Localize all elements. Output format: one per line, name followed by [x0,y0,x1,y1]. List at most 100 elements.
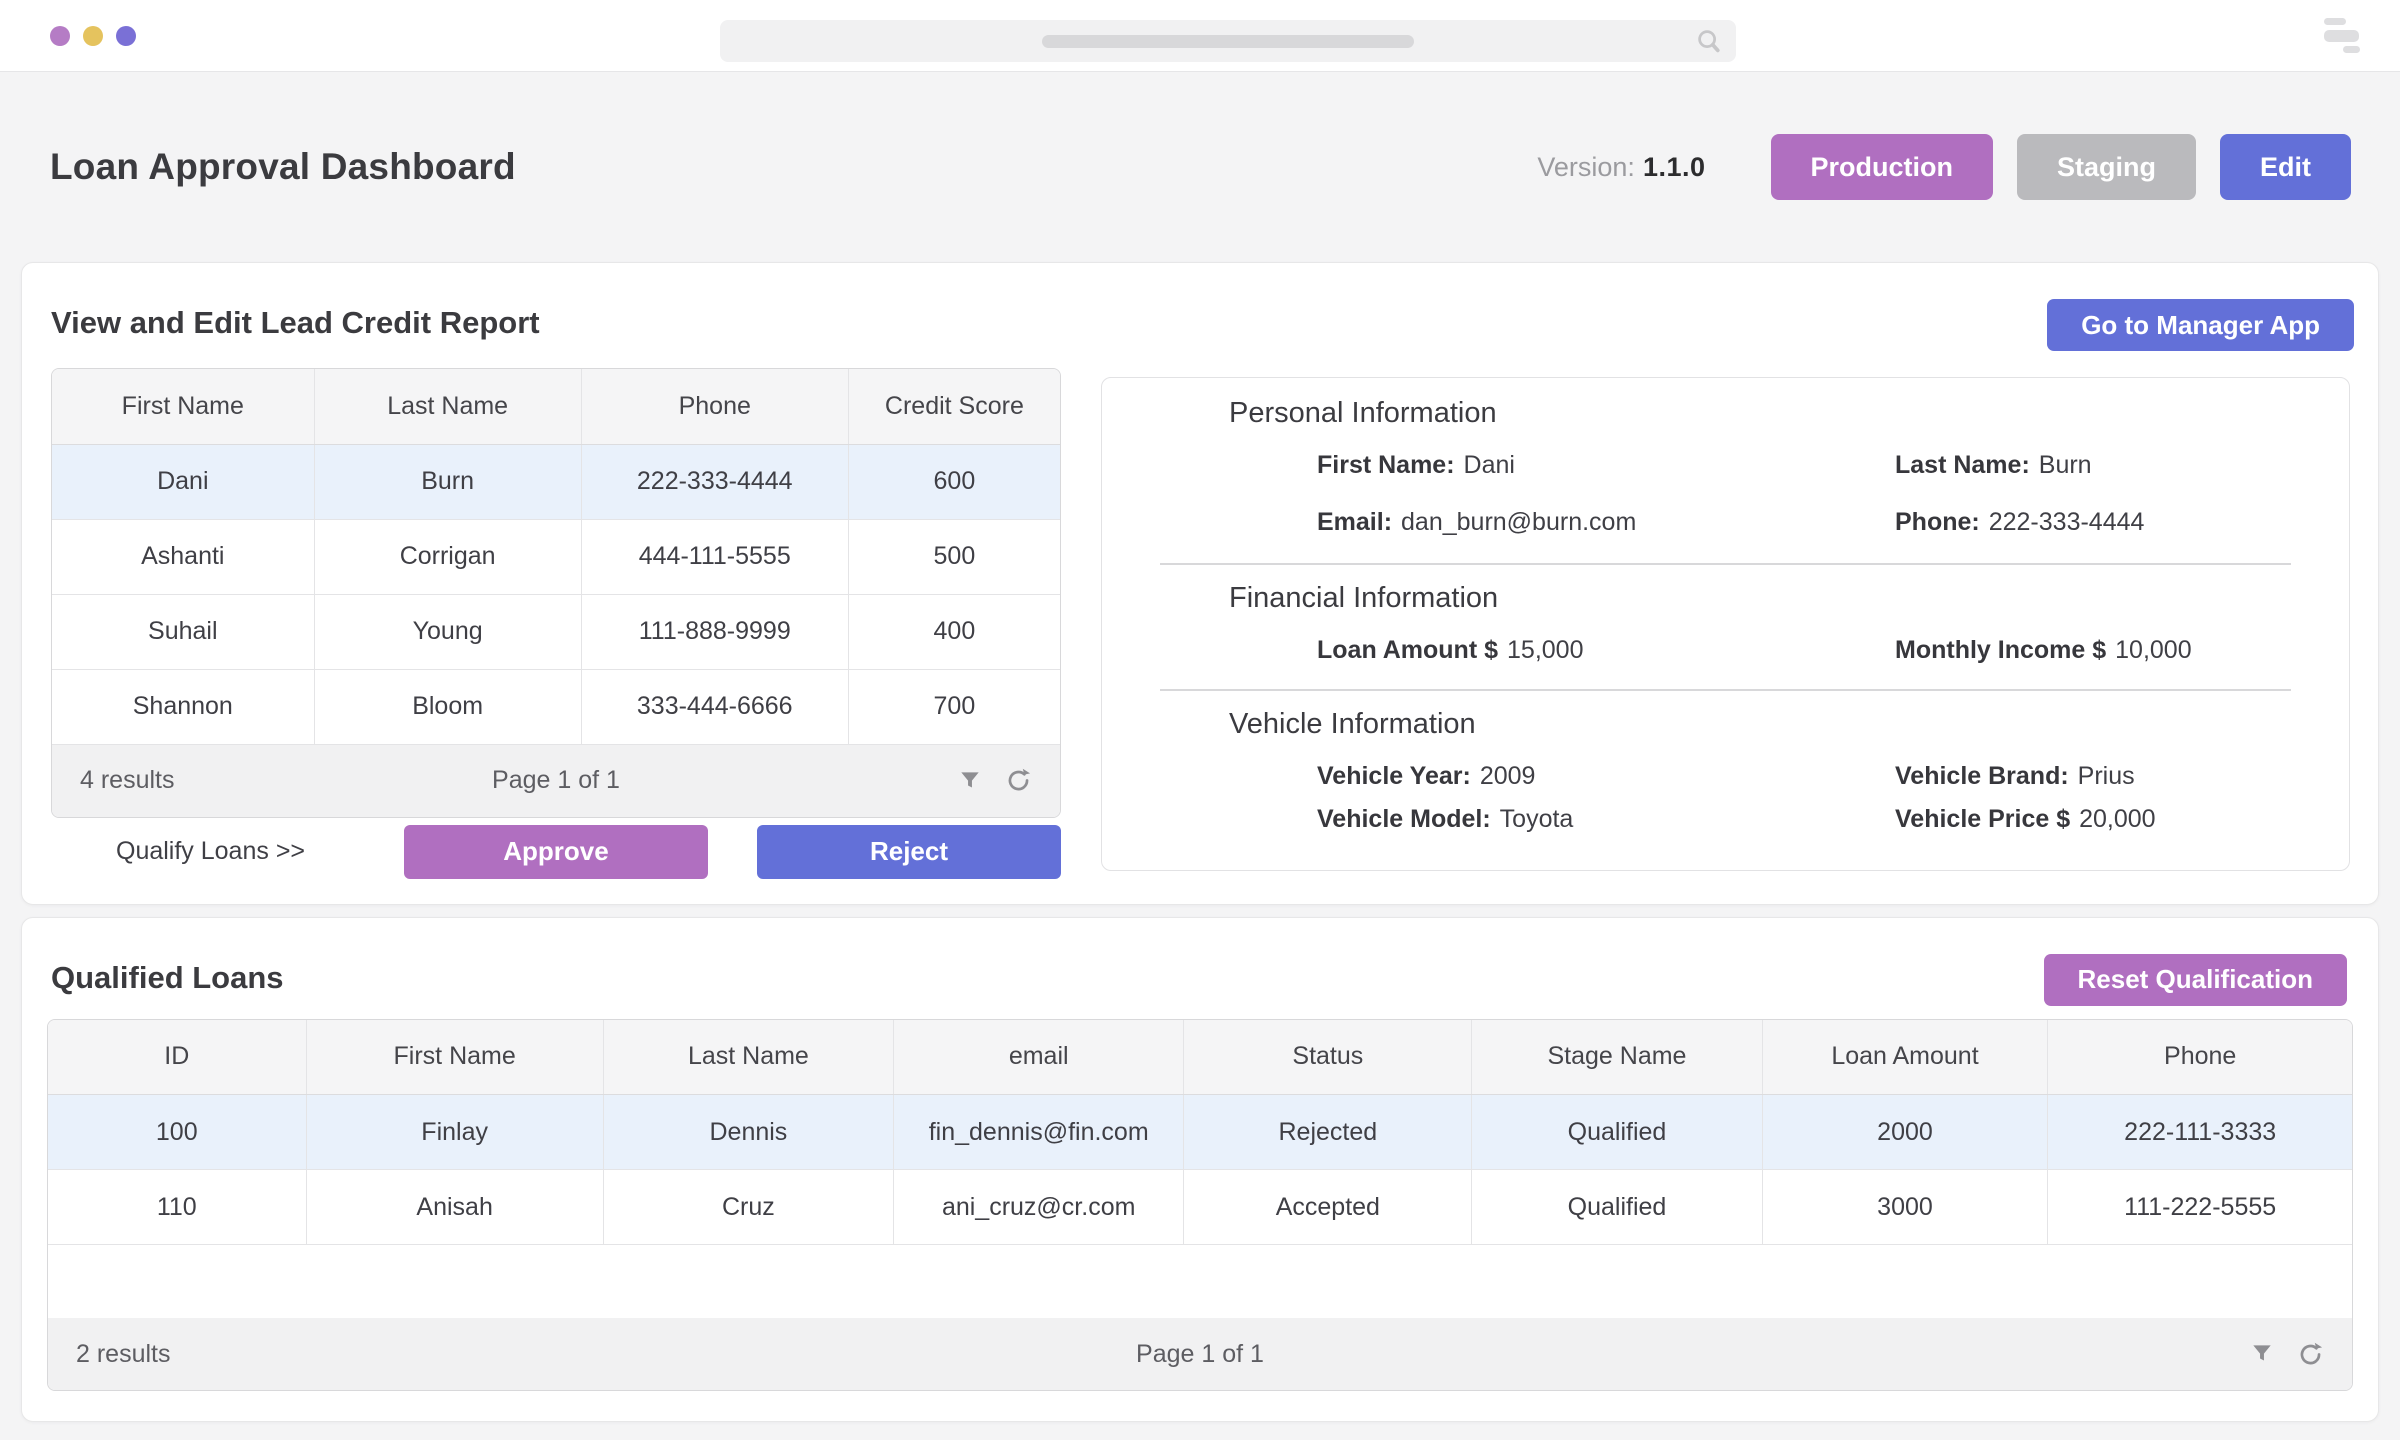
field-value: Prius [2078,762,2135,790]
field-label: Loan Amount $ [1317,636,1498,664]
table-cell: Cruz [603,1170,893,1245]
results-count: 2 results [76,1340,170,1369]
table-cell: 110 [48,1170,306,1245]
field-value: Burn [2039,451,2092,479]
column-header[interactable]: ID [48,1020,306,1095]
financial-information-heading: Financial Information [1229,581,2349,615]
field-label: Email: [1317,508,1392,536]
vehicle-information-heading: Vehicle Information [1229,707,2349,741]
field-value: 2009 [1480,762,1536,790]
table-cell: Suhail [52,594,314,669]
detail-field: Monthly Income $ 10,000 [1895,635,2349,665]
reject-button[interactable]: Reject [757,825,1061,879]
window-dot-indigo[interactable] [116,26,136,46]
empty-table-space [48,1245,2352,1318]
table-footer: 2 results Page 1 of 1 [48,1318,2352,1390]
lead-details-panel: Personal Information First Name:DaniLast… [1101,377,2350,871]
table-cell: fin_dennis@fin.com [894,1095,1184,1170]
detail-field: Email: dan_burn@burn.com [1317,507,1895,537]
column-header[interactable]: Credit Score [848,369,1060,444]
edit-button[interactable]: Edit [2220,134,2351,200]
field-value: 20,000 [2079,805,2155,833]
detail-field: Vehicle Model: Toyota [1317,804,1895,834]
table-cell: Shannon [52,669,314,744]
table-cell: 111-222-5555 [2048,1170,2352,1245]
filter-icon[interactable] [2249,1341,2275,1367]
table-cell: Qualified [1472,1170,1762,1245]
column-header[interactable]: Phone [581,369,848,444]
table-cell: 111-888-9999 [581,594,848,669]
table-row[interactable]: 110AnisahCruzani_cruz@cr.comAcceptedQual… [48,1170,2352,1245]
table-cell: Finlay [306,1095,603,1170]
table-row[interactable]: SuhailYoung111-888-9999400 [52,594,1060,669]
column-header[interactable]: Status [1184,1020,1472,1095]
field-value: dan_burn@burn.com [1401,508,1636,536]
go-to-manager-app-button[interactable]: Go to Manager App [2047,299,2354,351]
qualified-loans-title: Qualified Loans [51,960,284,996]
approve-button[interactable]: Approve [404,825,708,879]
column-header[interactable]: First Name [306,1020,603,1095]
table-cell: Bloom [314,669,581,744]
table-cell: Ashanti [52,519,314,594]
browser-address-bar[interactable] [720,20,1736,62]
table-row[interactable]: ShannonBloom333-444-6666700 [52,669,1060,744]
column-header[interactable]: Last Name [603,1020,893,1095]
table-row[interactable]: DaniBurn222-333-4444600 [52,444,1060,519]
table-cell: 2000 [1762,1095,2048,1170]
page-title: Loan Approval Dashboard [50,146,516,188]
search-icon[interactable] [1694,26,1724,61]
table-header-row: IDFirst NameLast NameemailStatusStage Na… [48,1020,2352,1095]
detail-field: Phone:222-333-4444 [1895,507,2349,537]
field-value: Toyota [1500,805,1574,833]
qualified-loans-table: IDFirst NameLast NameemailStatusStage Na… [47,1019,2353,1392]
detail-field: First Name:Dani [1317,450,1895,480]
table-row[interactable]: 100FinlayDennisfin_dennis@fin.comRejecte… [48,1095,2352,1170]
field-label: Monthly Income $ [1895,636,2106,664]
page-indicator: Page 1 of 1 [48,1340,2352,1369]
window-dot-purple[interactable] [50,26,70,46]
field-label: Vehicle Model: [1317,805,1491,833]
column-header[interactable]: Loan Amount [1762,1020,2048,1095]
window-controls [50,26,136,46]
column-header[interactable]: Phone [2048,1020,2352,1095]
table-cell: Burn [314,444,581,519]
personal-information-heading: Personal Information [1229,396,2349,430]
reset-qualification-button[interactable]: Reset Qualification [2044,954,2348,1006]
filter-icon[interactable] [957,768,983,794]
credit-report-table: First NameLast NamePhoneCredit Score Dan… [51,368,1061,818]
table-cell: 500 [848,519,1060,594]
detail-field: Vehicle Price $20,000 [1895,804,2349,834]
refresh-icon[interactable] [1005,767,1032,794]
table-cell: 3000 [1762,1170,2048,1245]
detail-field: Vehicle Year:2009 [1317,761,1895,791]
table-cell: ani_cruz@cr.com [894,1170,1184,1245]
window-dot-gold[interactable] [83,26,103,46]
table-cell: Dani [52,444,314,519]
table-cell: 444-111-5555 [581,519,848,594]
refresh-icon[interactable] [2297,1341,2324,1368]
table-cell: Rejected [1184,1095,1472,1170]
staging-button[interactable]: Staging [2017,134,2196,200]
table-header-row: First NameLast NamePhoneCredit Score [52,369,1060,444]
field-value: 15,000 [1507,636,1583,664]
field-value: Dani [1464,451,1515,479]
column-header[interactable]: First Name [52,369,314,444]
browser-chrome [0,0,2400,72]
field-label: Last Name: [1895,451,2030,479]
version-number: 1.1.0 [1643,152,1706,182]
table-cell: Dennis [603,1095,893,1170]
table-cell: Corrigan [314,519,581,594]
field-value: 10,000 [2115,636,2191,664]
column-header[interactable]: Last Name [314,369,581,444]
column-header[interactable]: email [894,1020,1184,1095]
results-count: 4 results [80,766,174,795]
table-cell: 400 [848,594,1060,669]
table-row[interactable]: AshantiCorrigan444-111-5555500 [52,519,1060,594]
table-cell: 700 [848,669,1060,744]
field-label: Vehicle Brand: [1895,762,2069,790]
column-header[interactable]: Stage Name [1472,1020,1762,1095]
browser-menu-icon[interactable] [2324,18,2362,54]
table-cell: 222-111-3333 [2048,1095,2352,1170]
production-button[interactable]: Production [1771,134,1994,200]
field-label: Phone: [1895,508,1980,536]
